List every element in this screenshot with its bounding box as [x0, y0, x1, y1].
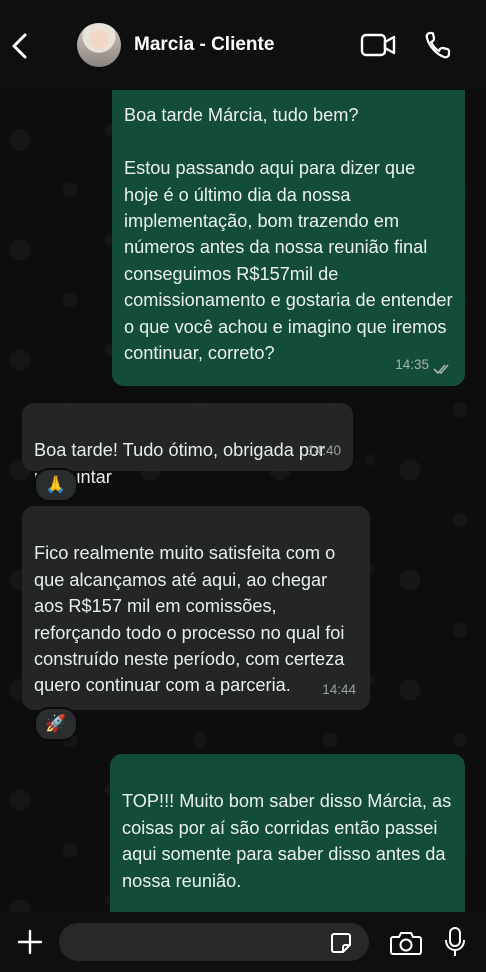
- video-call-icon[interactable]: [360, 32, 396, 58]
- reaction-rocket[interactable]: 🚀: [34, 707, 78, 741]
- microphone-icon[interactable]: [444, 926, 466, 958]
- avatar[interactable]: [77, 23, 121, 67]
- message-bubble-incoming[interactable]: Fico realmente muito satisfeita com o qu…: [22, 506, 370, 710]
- message-time: 14:35: [395, 356, 429, 372]
- message-bubble-outgoing[interactable]: Boa tarde Márcia, tudo bem? Estou passan…: [112, 68, 465, 386]
- message-bubble-incoming[interactable]: Boa tarde! Tudo ótimo, obrigada por perg…: [22, 403, 353, 487]
- read-ticks-icon: [433, 364, 449, 375]
- plus-icon[interactable]: [16, 928, 44, 956]
- composer-bar: [0, 912, 486, 972]
- message-input[interactable]: [59, 923, 369, 961]
- contact-name[interactable]: Marcia - Cliente: [134, 34, 274, 56]
- message-text: Boa tarde! Tudo ótimo, obrigada por perg…: [34, 440, 326, 486]
- reaction-pray[interactable]: 🙏: [34, 468, 78, 502]
- message-text: Fico realmente muito satisfeita com o qu…: [34, 543, 345, 696]
- message-time: 14:44: [322, 681, 356, 697]
- message-time: 14:40: [307, 442, 341, 458]
- message-text: Boa tarde Márcia, tudo bem? Estou passan…: [124, 105, 453, 364]
- phone-icon[interactable]: [424, 30, 452, 60]
- chat-header: Marcia - Cliente: [0, 0, 486, 90]
- message-text: TOP!!! Muito bom saber disso Márcia, as …: [122, 791, 452, 891]
- sticker-icon[interactable]: [330, 932, 352, 954]
- back-arrow-icon[interactable]: [8, 30, 32, 62]
- camera-icon[interactable]: [390, 930, 422, 956]
